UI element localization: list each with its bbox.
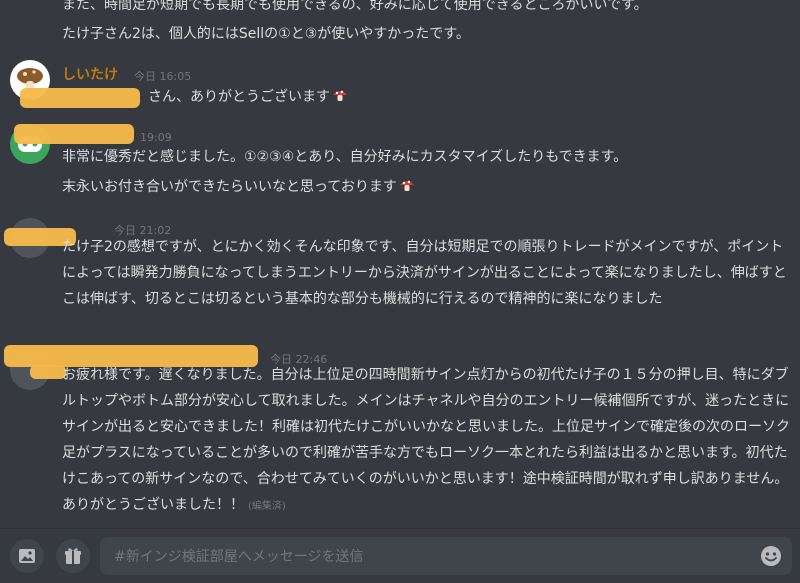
image-icon	[19, 549, 35, 563]
upload-image-button[interactable]	[10, 539, 44, 573]
message-list[interactable]: また、時間足が短期でも長期でも使用できるの、好みに応じて使用できるところがいいで…	[0, 0, 800, 528]
message-line: たけ子さん2は、個人的にはSellの①と③が使いやすかったです。	[62, 26, 470, 42]
message-text: さん、ありがとうございます	[148, 89, 330, 105]
username[interactable]: しいたけ	[62, 64, 118, 84]
message-text: 非常に優秀だと感じました。①②③④とあり、自分好みにカスタマイズしたりもできます…	[62, 149, 628, 165]
message-text: さん、ありがとうございます	[148, 84, 792, 110]
message-line: また、時間足が短期でも長期でも使用できるの、好みに応じて使用できるところがいいで…	[62, 0, 648, 13]
emoji-picker-button[interactable]	[760, 545, 782, 567]
message-text: たけ子2の感想ですが、とにかく効くそんな印象です、自分は短期足での順張りトレード…	[62, 239, 787, 307]
redaction-mark	[14, 124, 134, 144]
message-text: お疲れ様です。遅くなりました。自分は上位足の四時間新サイン点灯からの初代たけ子の…	[62, 367, 790, 513]
gift-button[interactable]	[56, 539, 90, 573]
message-text: 末永いお付き合いができたらいいなと思っております	[62, 174, 792, 200]
edited-label: (編集済)	[248, 501, 286, 512]
timestamp: 19:09	[140, 131, 172, 144]
message-input-placeholder: #新インジ検証部屋へメッセージを送信	[114, 549, 364, 565]
message-input[interactable]: #新インジ検証部屋へメッセージを送信	[100, 537, 792, 575]
mushroom-emoji-icon	[399, 176, 415, 192]
message-text: 末永いお付き合いができたらいいなと思っております	[62, 179, 397, 195]
redaction-mark	[30, 365, 66, 379]
redaction-mark	[20, 88, 140, 108]
message-text: お疲れ様です。遅くなりました。自分は上位足の四時間新サイン点灯からの初代たけ子の…	[62, 362, 794, 520]
mushroom-emoji-icon	[332, 86, 348, 102]
timestamp: 今日 16:05	[134, 70, 192, 83]
gift-icon	[65, 548, 81, 564]
message-composer: #新インジ検証部屋へメッセージを送信	[0, 528, 800, 583]
smiley-icon	[761, 546, 781, 566]
